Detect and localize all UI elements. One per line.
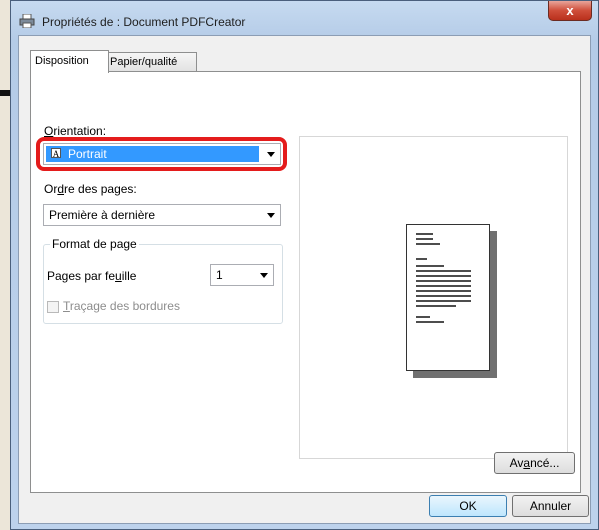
pages-per-sheet-select[interactable]: 1 xyxy=(210,264,274,286)
ok-button[interactable]: OK xyxy=(429,495,507,517)
page-order-value: Première à dernière xyxy=(49,208,156,222)
advanced-button[interactable]: Avancé... xyxy=(494,452,575,474)
chevron-down-icon[interactable] xyxy=(260,273,268,278)
pages-per-sheet-label: Pages par feuille xyxy=(47,269,137,283)
page-preview xyxy=(299,136,568,459)
title-bar[interactable]: Propriétés de : Document PDFCreator x xyxy=(11,1,598,35)
page-order-label: Ordre des pages: xyxy=(44,182,137,196)
dialog-client-area: Disposition Papier/qualité Orientation: … xyxy=(18,35,591,524)
pages-per-sheet-value: 1 xyxy=(216,268,223,282)
printer-icon xyxy=(19,14,35,28)
window-title: Propriétés de : Document PDFCreator xyxy=(42,15,246,29)
tab-panel-disposition: Orientation: A Portrait Ordre des pages:… xyxy=(30,71,581,493)
page-order-select[interactable]: Première à dernière xyxy=(43,204,281,226)
close-icon: x xyxy=(566,3,574,18)
orientation-highlight-box xyxy=(36,137,287,171)
tab-paper-quality[interactable]: Papier/qualité xyxy=(105,52,197,71)
page-format-title: Format de page xyxy=(50,237,139,251)
cancel-button[interactable]: Annuler xyxy=(512,495,589,517)
borders-checkbox[interactable] xyxy=(47,301,59,313)
close-button[interactable]: x xyxy=(548,1,592,21)
page-format-group: Format de page Pages par feuille 1 Traça… xyxy=(43,237,283,324)
portrait-page-preview-icon xyxy=(406,224,490,371)
chevron-down-icon[interactable] xyxy=(267,213,275,218)
orientation-label: Orientation: xyxy=(44,124,107,138)
properties-dialog: Propriétés de : Document PDFCreator x Di… xyxy=(10,0,599,530)
borders-label: Traçage des bordures xyxy=(63,299,180,313)
tab-disposition[interactable]: Disposition xyxy=(30,50,109,73)
